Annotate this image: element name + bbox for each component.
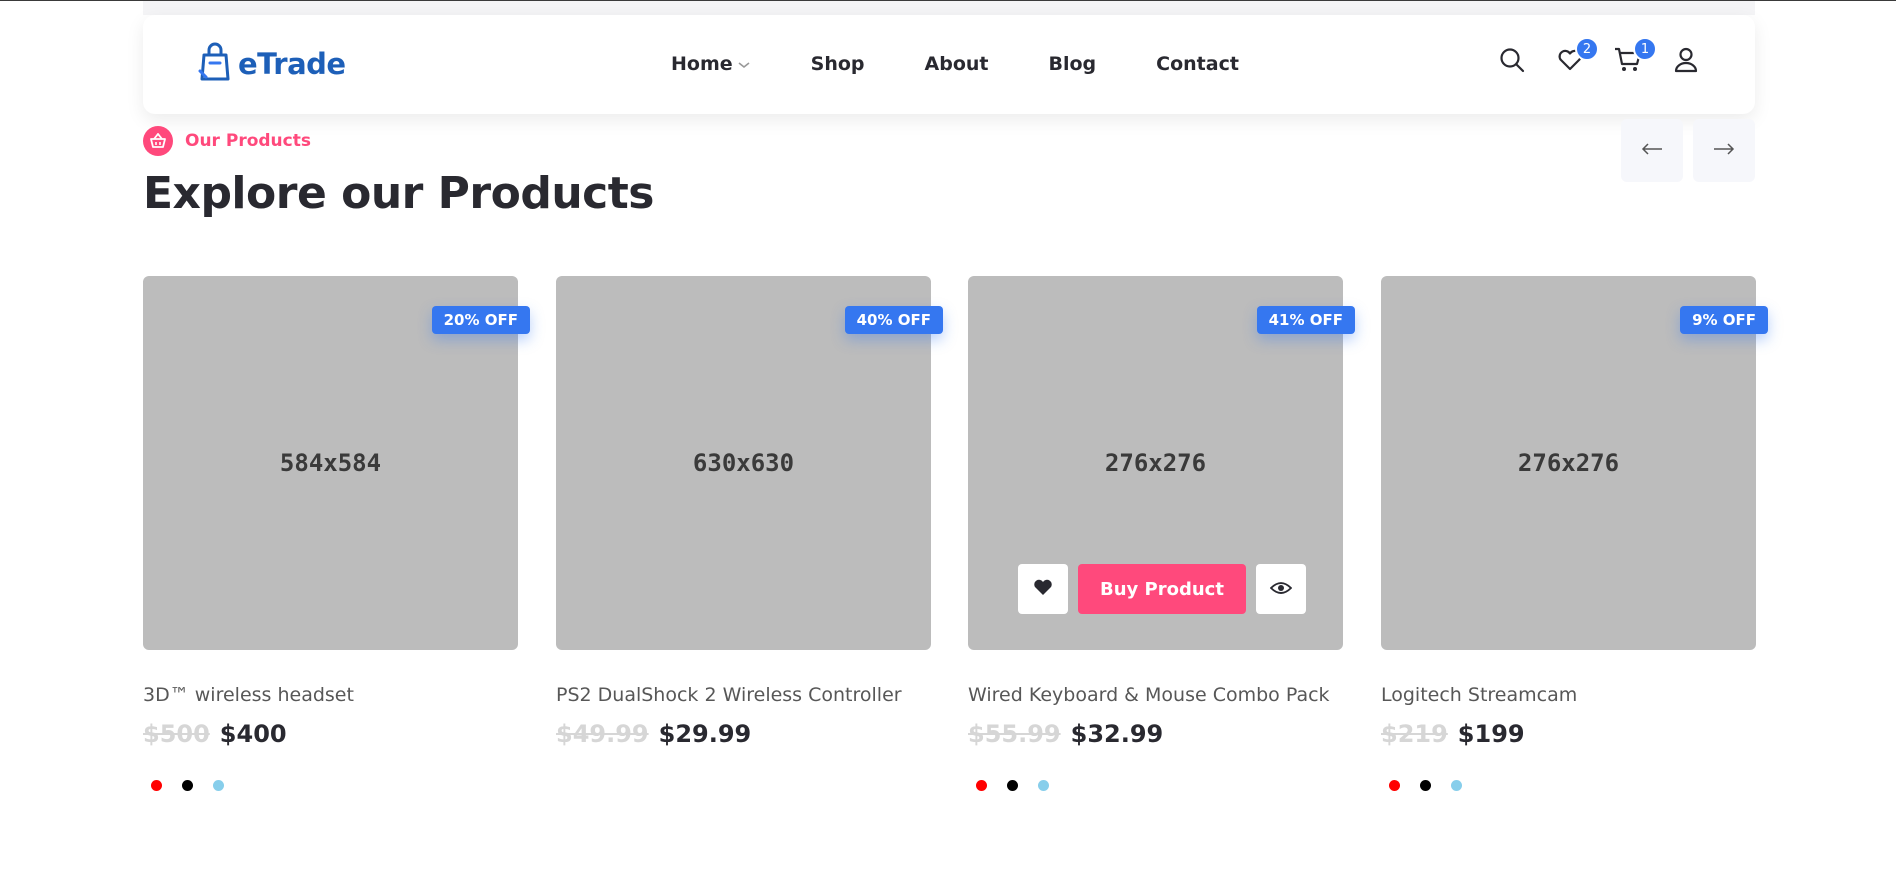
product-card[interactable]: 630x630 40% OFF PS2 DualShock 2 Wireless… xyxy=(556,276,943,780)
wishlist-count-badge: 2 xyxy=(1575,37,1599,61)
logo[interactable]: eTrade xyxy=(198,41,346,87)
image-placeholder-label: 276x276 xyxy=(1104,449,1207,477)
product-prices: $55.99 $32.99 xyxy=(968,720,1343,748)
add-to-wishlist-button[interactable] xyxy=(1018,564,1068,614)
nav-shop[interactable]: Shop xyxy=(811,53,865,75)
search-icon xyxy=(1499,47,1525,77)
shopping-bag-icon xyxy=(198,41,232,87)
old-price: $500 xyxy=(143,720,210,748)
eye-icon xyxy=(1269,580,1293,599)
product-image[interactable]: 584x584 20% OFF xyxy=(143,276,530,650)
image-placeholder-label: 276x276 xyxy=(1517,449,1620,477)
section-tag-label: Our Products xyxy=(185,131,311,151)
section-title: Explore our Products xyxy=(143,168,654,219)
buy-product-button[interactable]: Buy Product xyxy=(1078,564,1246,614)
image-placeholder-label: 630x630 xyxy=(692,449,795,477)
cart-count-badge: 1 xyxy=(1633,37,1657,61)
color-swatches xyxy=(143,780,518,791)
color-swatch[interactable] xyxy=(1038,780,1049,791)
product-title[interactable]: Wired Keyboard & Mouse Combo Pack xyxy=(968,684,1343,706)
product-prices: $219 $199 xyxy=(1381,720,1756,748)
account-button[interactable] xyxy=(1671,47,1701,77)
product-hover-actions: Buy Product xyxy=(1018,564,1306,614)
current-price: $199 xyxy=(1457,720,1525,748)
discount-badge: 9% OFF xyxy=(1680,306,1768,334)
discount-badge: 20% OFF xyxy=(431,306,530,334)
logo-text: eTrade xyxy=(238,47,346,81)
search-button[interactable] xyxy=(1497,47,1527,77)
old-price: $219 xyxy=(1381,720,1448,748)
product-title[interactable]: Logitech Streamcam xyxy=(1381,684,1756,706)
arrow-right-icon xyxy=(1713,141,1735,160)
color-swatches xyxy=(968,780,1343,791)
color-swatch[interactable] xyxy=(1451,780,1462,791)
site-header: eTrade Home Shop About Blog Contact 2 1 xyxy=(143,15,1755,114)
current-price: $29.99 xyxy=(658,720,752,748)
top-strip xyxy=(143,1,1755,15)
nav-about[interactable]: About xyxy=(925,53,989,75)
product-card[interactable]: 584x584 20% OFF 3D™ wireless headset $50… xyxy=(143,276,530,791)
old-price: $55.99 xyxy=(968,720,1061,748)
nav-home[interactable]: Home xyxy=(671,53,751,75)
product-image[interactable]: 276x276 41% OFF Buy Product xyxy=(968,276,1355,650)
nav-blog[interactable]: Blog xyxy=(1048,53,1096,75)
color-swatches xyxy=(1381,780,1756,791)
chevron-down-icon xyxy=(737,53,751,75)
product-image[interactable]: 630x630 40% OFF xyxy=(556,276,943,650)
old-price: $49.99 xyxy=(556,720,649,748)
current-price: $32.99 xyxy=(1070,720,1164,748)
header-actions: 2 1 xyxy=(1497,37,1701,77)
arrow-left-icon xyxy=(1641,141,1663,160)
quick-view-button[interactable] xyxy=(1255,564,1306,614)
product-card[interactable]: 276x276 9% OFF Logitech Streamcam $219 $… xyxy=(1381,276,1768,791)
wishlist-button[interactable]: 2 xyxy=(1555,37,1599,77)
user-icon xyxy=(1674,47,1698,77)
image-placeholder-label: 584x584 xyxy=(279,449,382,477)
color-swatch[interactable] xyxy=(151,780,162,791)
color-swatch[interactable] xyxy=(213,780,224,791)
heart-icon xyxy=(1033,578,1053,600)
basket-icon xyxy=(143,126,173,156)
cart-button[interactable]: 1 xyxy=(1613,37,1657,77)
section-tag: Our Products xyxy=(143,126,311,156)
product-prices: $500 $400 xyxy=(143,720,518,748)
nav-home-label: Home xyxy=(671,53,733,75)
product-card[interactable]: 276x276 41% OFF Buy Product Wired Keyboa… xyxy=(968,276,1355,791)
current-price: $400 xyxy=(219,720,287,748)
main-nav: Home Shop About Blog Contact xyxy=(671,53,1239,75)
carousel-next-button[interactable] xyxy=(1693,119,1755,182)
color-swatch[interactable] xyxy=(1389,780,1400,791)
product-image[interactable]: 276x276 9% OFF xyxy=(1381,276,1768,650)
product-prices: $49.99 $29.99 xyxy=(556,720,931,748)
discount-badge: 40% OFF xyxy=(844,306,943,334)
color-swatch[interactable] xyxy=(1007,780,1018,791)
color-swatch[interactable] xyxy=(1420,780,1431,791)
product-title[interactable]: 3D™ wireless headset xyxy=(143,684,518,706)
color-swatch[interactable] xyxy=(976,780,987,791)
nav-contact[interactable]: Contact xyxy=(1156,53,1239,75)
carousel-prev-button[interactable] xyxy=(1621,119,1683,182)
color-swatch[interactable] xyxy=(182,780,193,791)
discount-badge: 41% OFF xyxy=(1256,306,1355,334)
product-title[interactable]: PS2 DualShock 2 Wireless Controller xyxy=(556,684,931,706)
